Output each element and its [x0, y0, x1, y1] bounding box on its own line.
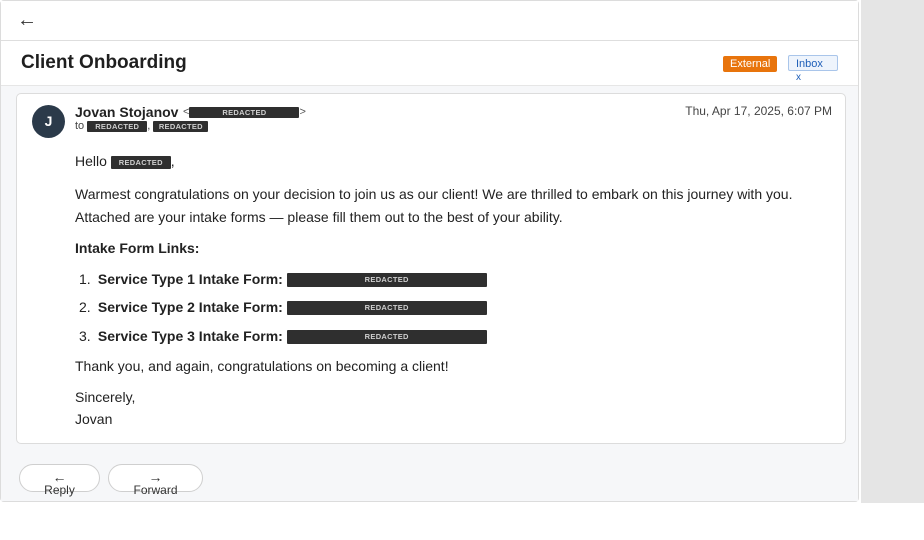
list-item: 2. Service Type 2 Intake Form: REDACTED [79, 299, 487, 316]
list-item: 1. Service Type 1 Intake Form: REDACTED [79, 271, 487, 288]
links-heading: Intake Form Links: [75, 240, 200, 256]
redacted-form-link[interactable]: REDACTED [286, 273, 487, 288]
list-number: 1. [79, 271, 91, 287]
list-number: 3. [79, 328, 91, 344]
greeting-text: Hello [75, 153, 107, 169]
inbox-label-text: Inbox [796, 58, 823, 70]
email-window: ← Client Onboarding External Inbox x J J… [0, 0, 859, 502]
email-subject: Client Onboarding [21, 52, 187, 73]
greeting-comma: , [170, 153, 175, 169]
inbox-label-chip[interactable]: Inbox x [788, 55, 838, 83]
back-arrow-icon[interactable]: ← [17, 10, 37, 30]
reply-label: Reply [44, 483, 75, 497]
signature: Jovan [75, 411, 113, 427]
top-toolbar: ← [1, 1, 858, 41]
redacted-recipient-name: REDACTED [110, 155, 171, 169]
redacted-form-link[interactable]: REDACTED [286, 301, 487, 316]
redacted-recipient: REDACTED [87, 120, 148, 132]
redacted-sender-email: REDACTED [189, 106, 300, 118]
message-date: Thu, Apr 17, 2025, 6:07 PM [685, 104, 832, 118]
thanks-line: Thank you, and again, congratulations on… [75, 358, 449, 374]
list-number: 2. [79, 299, 91, 315]
reply-arrow-icon: ← [52, 469, 67, 485]
list-item: 3. Service Type 3 Intake Form: REDACTED [79, 328, 487, 345]
sender-name: Jovan Stojanov [75, 104, 179, 120]
remove-label-icon[interactable]: x [796, 70, 801, 86]
sender-avatar: J [32, 105, 65, 138]
form-link-label: Service Type 3 Intake Form: [97, 328, 283, 344]
sender-email: < REDACTED > [183, 106, 306, 118]
closing: Sincerely, [75, 389, 136, 405]
redacted-recipient: REDACTED [153, 120, 209, 132]
page-gutter [861, 0, 924, 503]
recipients-line: to REDACTED, REDACTED [75, 120, 209, 132]
action-bar: ← Reply → Forward [1, 453, 858, 501]
form-link-label: Service Type 2 Intake Form: [97, 299, 283, 315]
to-label: to [75, 120, 85, 132]
reply-button[interactable]: ← Reply [19, 464, 100, 496]
subject-header: Client Onboarding External Inbox x [1, 41, 858, 86]
forward-arrow-icon: → [148, 469, 163, 485]
message-card: J Jovan Stojanov < REDACTED > to REDACTED,… [16, 93, 846, 444]
greeting: Hello REDACTED, [75, 153, 175, 169]
external-label-badge: External [723, 56, 778, 72]
body-paragraph: Warmest congratulations on your decision… [75, 186, 793, 225]
forward-button[interactable]: → Forward [108, 464, 203, 496]
form-link-label: Service Type 1 Intake Form: [97, 271, 283, 287]
forward-label: Forward [133, 483, 178, 497]
redacted-form-link[interactable]: REDACTED [286, 330, 487, 345]
